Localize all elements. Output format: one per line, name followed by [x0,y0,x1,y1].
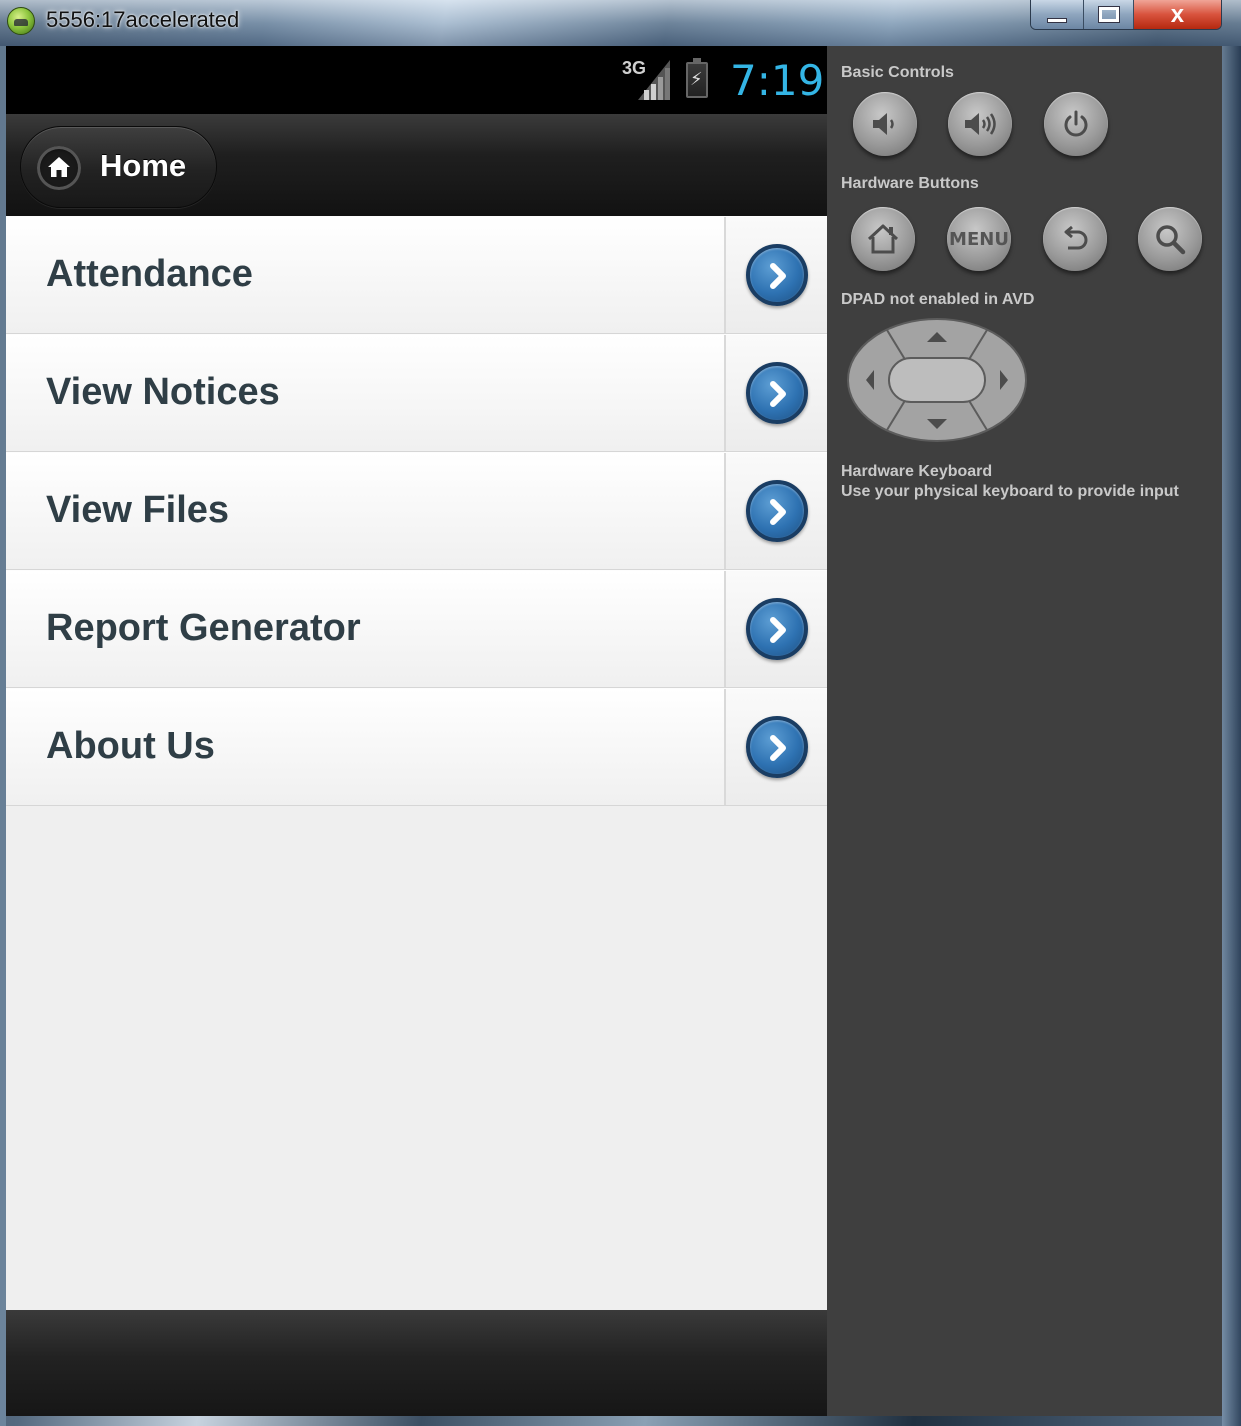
volume-up-icon [965,113,996,135]
minimize-button[interactable] [1031,0,1085,29]
emulator-controls-panel: Basic Controls Hardware Buttons MENU DPA… [827,46,1222,1416]
menu-item-about-us[interactable]: About Us [6,688,827,806]
hardware-keyboard-info: Hardware Keyboard Use your physical keyb… [841,462,1179,502]
home-icon [37,146,81,190]
home-button[interactable]: Home [20,126,217,208]
chevron-right-icon[interactable] [746,362,808,424]
power-icon [1064,110,1088,137]
menu-item-view-notices[interactable]: View Notices [6,334,827,452]
hardware-keyboard-title: Hardware Keyboard [841,463,993,480]
home-button-label: Home [100,148,187,183]
menu-item-attendance[interactable]: Attendance [6,216,827,334]
maximize-icon [1097,6,1120,23]
status-clock: 7:19 [730,56,825,105]
menu-list: Attendance View Notices View Files Repor… [6,216,827,806]
menu-button-label: MENU [949,228,1009,250]
maximize-button[interactable] [1084,0,1134,29]
search-button[interactable] [1138,207,1202,271]
menu-item-label: About Us [46,725,215,767]
window-frame-right [1222,46,1241,1426]
dpad-title: DPAD not enabled in AVD [841,291,1035,308]
menu-item-label: View Notices [46,371,280,413]
menu-button[interactable]: MENU [947,207,1011,271]
dpad[interactable] [847,318,1027,442]
volume-down-button[interactable] [853,92,917,156]
close-icon: x [1170,0,1185,28]
back-button[interactable] [1043,207,1107,271]
app-footer [6,1310,827,1416]
window-controls: x [1030,0,1222,30]
close-button[interactable]: x [1133,0,1221,29]
home-icon [867,224,899,254]
app-header: Home [6,114,827,216]
chevron-right-icon[interactable] [746,244,808,306]
menu-item-label: Attendance [46,253,253,295]
device-screen: 3G ⚡ 7:19 Home Attendance View Notices V… [6,46,827,1416]
menu-item-split[interactable] [724,689,827,805]
search-icon [1156,225,1186,255]
menu-item-split[interactable] [724,217,827,333]
basic-controls-title: Basic Controls [841,64,954,81]
chevron-right-icon[interactable] [746,480,808,542]
window-titlebar[interactable]: 5556:17accelerated x [0,0,1241,46]
hardware-keyboard-text: Use your physical keyboard to provide in… [841,483,1179,500]
menu-item-split[interactable] [724,571,827,687]
signal-icon [638,60,670,100]
chevron-right-icon[interactable] [746,598,808,660]
menu-item-report-generator[interactable]: Report Generator [6,570,827,688]
volume-up-button[interactable] [948,92,1012,156]
menu-item-label: View Files [46,489,230,531]
status-bar: 3G ⚡ 7:19 [6,46,827,114]
hardware-home-button[interactable] [851,207,915,271]
volume-down-icon [873,113,894,135]
menu-item-label: Report Generator [46,607,361,649]
back-icon [1064,225,1088,250]
hardware-buttons-title: Hardware Buttons [841,175,979,192]
minimize-icon [1047,18,1068,23]
power-button[interactable] [1044,92,1108,156]
window-title: 5556:17accelerated [46,7,240,32]
menu-item-split[interactable] [724,453,827,569]
android-app-icon [7,7,35,35]
menu-item-view-files[interactable]: View Files [6,452,827,570]
charging-icon: ⚡ [690,69,703,89]
menu-item-split[interactable] [724,335,827,451]
battery-icon: ⚡ [686,58,708,98]
chevron-right-icon[interactable] [746,716,808,778]
